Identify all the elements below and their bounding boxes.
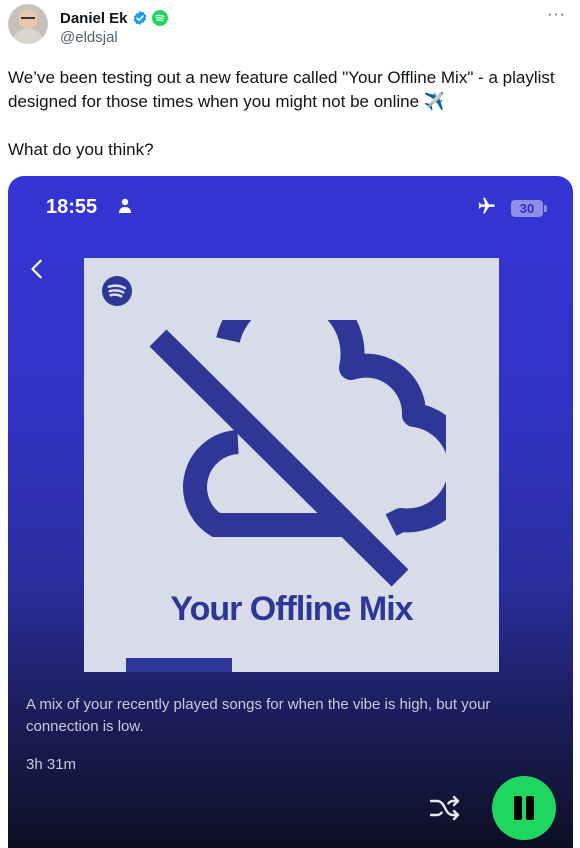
tweet-text: We’ve been testing out a new feature cal… <box>8 68 555 159</box>
pause-button[interactable] <box>492 776 556 840</box>
person-icon <box>119 198 131 213</box>
cloud-off-icon <box>149 320 446 587</box>
airplane-icon <box>478 197 495 214</box>
pause-icon <box>526 796 534 820</box>
author-display-name[interactable]: Daniel Ek <box>60 10 128 27</box>
tweet-media-screenshot[interactable]: 18:55 30 Your Offline Mix A mix of your … <box>8 176 573 848</box>
spotify-logo-icon <box>102 276 132 306</box>
cover-accent-bar <box>126 658 232 672</box>
avatar[interactable] <box>8 4 48 44</box>
author-handle[interactable]: @eldsjal <box>60 29 118 46</box>
playlist-cover: Your Offline Mix <box>84 258 499 672</box>
spotify-icon <box>151 10 168 26</box>
more-options-icon[interactable]: ··· <box>547 6 566 24</box>
playlist-description: A mix of your recently played songs for … <box>26 696 491 735</box>
pause-icon <box>514 796 522 820</box>
cover-title: Your Offline Mix <box>170 590 413 628</box>
avatar-glasses <box>21 17 35 21</box>
chevron-left-icon[interactable] <box>26 258 48 280</box>
status-bar-time: 18:55 <box>46 196 98 218</box>
battery-tip <box>544 205 547 212</box>
verified-badge-icon <box>133 11 146 25</box>
shuffle-icon[interactable] <box>428 794 462 822</box>
tweet: Daniel Ek @eldsjal ··· We’ve been testin… <box>0 0 580 848</box>
battery-indicator: 30 <box>511 200 543 217</box>
author-name-row: Daniel Ek <box>60 8 168 28</box>
playlist-duration: 3h 31m <box>26 756 77 773</box>
